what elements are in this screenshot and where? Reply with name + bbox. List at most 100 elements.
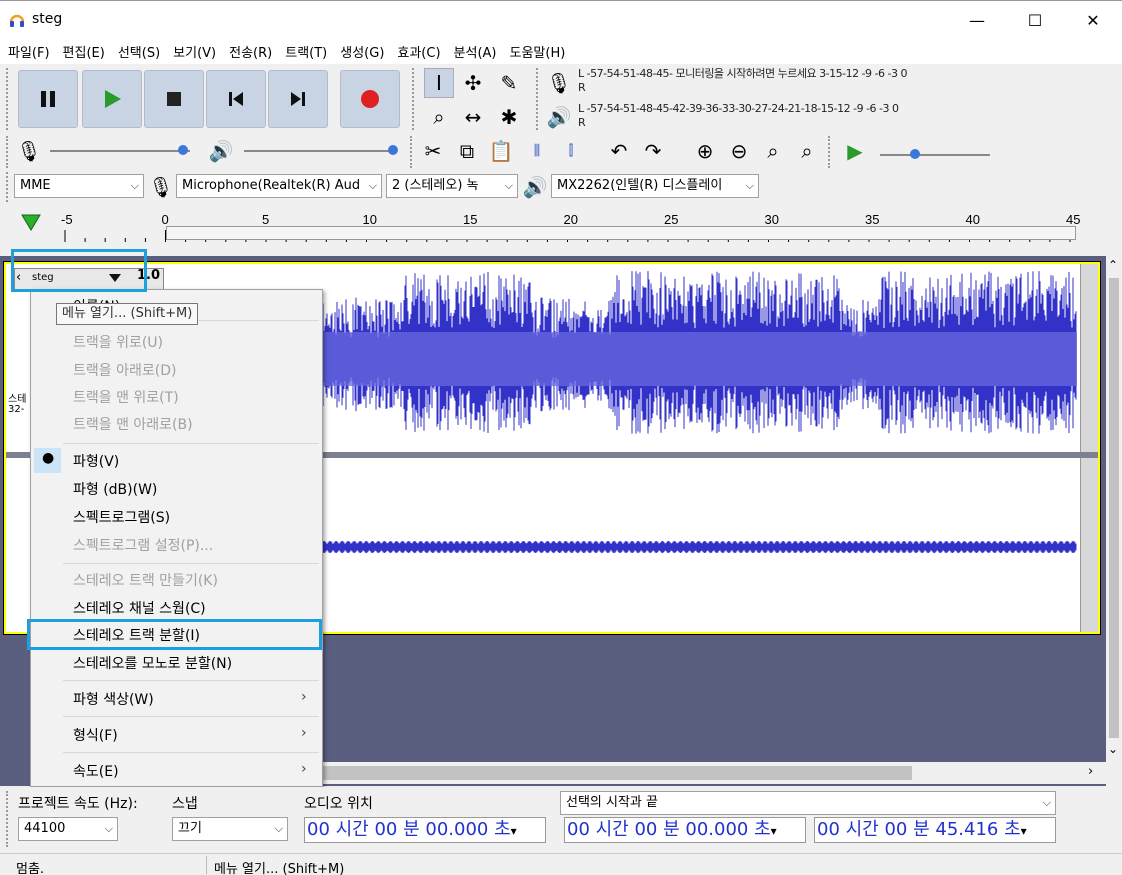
time-format-dropdown-icon[interactable]: ▾	[771, 824, 777, 838]
toolbar-grip[interactable]	[6, 68, 12, 130]
play-meter-button[interactable]: 🔊	[544, 102, 574, 132]
draw-tool[interactable]: ✎	[494, 68, 524, 98]
record-meter-button[interactable]: 🎙	[544, 68, 574, 98]
menu-edit[interactable]: 편집(E)	[59, 42, 114, 61]
menu-item-move-up[interactable]: 트랙을 위로(U)	[73, 332, 163, 352]
play-volume-thumb[interactable]	[388, 145, 398, 155]
selection-start-time[interactable]: 00 시간 00 분 00.000 초▾	[564, 817, 806, 843]
scroll-up-icon[interactable]: ⌃	[1108, 258, 1118, 272]
zoom-tool[interactable]: ⌕	[424, 102, 454, 132]
timeline-ruler[interactable]: -5 0 5 10 15 20 25 30 35 40 45	[0, 206, 1122, 244]
multi-tool[interactable]: ✱	[494, 102, 524, 132]
chevron-down-icon: ⌵	[274, 822, 283, 835]
asterisk-icon: ✱	[500, 105, 518, 129]
skip-end-button[interactable]	[268, 70, 328, 128]
mixer-grip[interactable]	[6, 136, 12, 168]
close-button[interactable]: ✕	[1064, 1, 1122, 39]
output-device-icon: 🔊	[522, 175, 548, 199]
record-meter[interactable]: L -57-54-51-48-45- 모니터링을 시작하려면 누르세요 3-15…	[578, 67, 1090, 95]
stop-button[interactable]	[144, 70, 204, 128]
silence-icon[interactable]: ⫿	[556, 136, 586, 166]
project-rate-select[interactable]: 44100 ⌵	[18, 817, 118, 841]
vertical-scrollbar[interactable]: ⌃ ⌄	[1106, 256, 1122, 762]
selection-tool[interactable]: I	[424, 68, 454, 98]
play-volume-slider[interactable]	[244, 150, 394, 152]
menu-item-spectrogram-settings[interactable]: 스펙트로그램 설정(P)...	[73, 535, 213, 555]
waveform-left-channel[interactable]	[321, 266, 1077, 452]
snap-select[interactable]: 끄기 ⌵	[172, 817, 288, 841]
menu-file[interactable]: 파일(F)	[4, 42, 59, 61]
status-state: 멈춤.	[16, 862, 45, 875]
menu-item-split-to-mono[interactable]: 스테레오를 모노로 분할(N)	[73, 653, 232, 673]
input-device-select[interactable]: Microphone(Realtek(R) Aud ⌵	[176, 174, 382, 198]
scroll-right-icon[interactable]: ›	[1088, 764, 1093, 779]
record-volume-thumb[interactable]	[178, 145, 188, 155]
record-button[interactable]	[340, 70, 400, 128]
horizontal-scrollbar[interactable]: ›	[322, 762, 1106, 784]
menu-item-move-down[interactable]: 트랙을 아래로(D)	[73, 360, 176, 380]
scroll-down-icon[interactable]: ⌄	[1108, 742, 1118, 756]
paste-icon[interactable]: 📋	[486, 136, 516, 166]
play-at-speed-icon[interactable]: ▶	[840, 136, 870, 166]
tools-grip[interactable]	[412, 68, 418, 130]
redo-icon[interactable]: ↷	[638, 136, 668, 166]
horizontal-scrollbar-thumb[interactable]	[322, 766, 912, 780]
menu-item-format[interactable]: 형식(F)	[73, 725, 118, 745]
menu-item-spectrogram[interactable]: 스펙트로그램(S)	[73, 507, 170, 527]
selection-mode-select[interactable]: 선택의 시작과 끝 ⌵	[560, 791, 1056, 815]
menu-item-move-bottom[interactable]: 트랙을 맨 아래로(B)	[73, 414, 193, 434]
time-format-dropdown-icon[interactable]: ▾	[1021, 824, 1027, 838]
cut-icon[interactable]: ✂	[418, 136, 448, 166]
menu-view[interactable]: 보기(V)	[169, 42, 225, 61]
envelope-tool[interactable]: ✣	[458, 68, 488, 98]
speed-thumb[interactable]	[910, 149, 920, 159]
chevron-down-icon: ⌵	[745, 179, 754, 192]
record-volume-slider[interactable]	[50, 150, 190, 152]
menu-item-swap-channels[interactable]: 스테레오 채널 스웝(C)	[73, 598, 206, 618]
playback-meter[interactable]: L -57-54-51-48-45-42-39-36-33-30-27-24-2…	[578, 102, 1090, 130]
menu-item-move-top[interactable]: 트랙을 맨 위로(T)	[73, 387, 179, 407]
maximize-button[interactable]: ☐	[1006, 1, 1064, 39]
fit-project-icon[interactable]: ⌕	[792, 136, 822, 166]
trim-icon[interactable]: ⫼	[522, 136, 552, 166]
play-at-speed-grip[interactable]	[828, 136, 834, 168]
menu-item-make-stereo[interactable]: 스테레오 트랙 만들기(K)	[73, 570, 218, 590]
device-grip[interactable]	[6, 172, 12, 202]
menu-item-rate[interactable]: 속도(E)	[73, 761, 119, 781]
minimize-button[interactable]: —	[948, 1, 1006, 39]
edit-grip[interactable]	[410, 136, 416, 168]
undo-icon[interactable]: ↶	[604, 136, 634, 166]
menu-item-waveform-db[interactable]: 파형 (dB)(W)	[73, 479, 157, 499]
pause-button[interactable]	[18, 70, 78, 128]
menu-item-wave-color[interactable]: 파형 색상(W)	[73, 689, 154, 709]
zoom-out-icon[interactable]: ⊖	[724, 136, 754, 166]
menu-effect[interactable]: 효과(C)	[393, 42, 449, 61]
menu-analyze[interactable]: 분석(A)	[450, 42, 506, 61]
time-format-dropdown-icon[interactable]: ▾	[511, 824, 517, 838]
selection-end-time[interactable]: 00 시간 00 분 45.416 초▾	[814, 817, 1056, 843]
menu-select[interactable]: 선택(S)	[114, 42, 169, 61]
vertical-scrollbar-thumb[interactable]	[1109, 278, 1119, 738]
timeshift-tool[interactable]: ↔	[458, 102, 488, 132]
menu-item-waveform[interactable]: 파형(V)	[73, 451, 119, 471]
host-select[interactable]: MME ⌵	[14, 174, 144, 198]
selection-mode-value: 선택의 시작과 끝	[566, 795, 658, 810]
speed-slider[interactable]	[880, 154, 990, 156]
menu-tracks[interactable]: 트랙(T)	[281, 42, 336, 61]
audio-position-time[interactable]: 00 시간 00 분 00.000 초▾	[304, 817, 546, 843]
zoom-in-icon[interactable]: ⊕	[690, 136, 720, 166]
waveform-right-channel[interactable]	[321, 460, 1077, 630]
fit-selection-icon[interactable]: ⌕	[758, 136, 788, 166]
selection-grip[interactable]	[6, 791, 12, 847]
menu-generate[interactable]: 생성(G)	[336, 42, 393, 61]
channels-select[interactable]: 2 (스테레오) 녹 ⌵	[386, 174, 518, 198]
menu-help[interactable]: 도움말(H)	[506, 42, 575, 61]
menu-transport[interactable]: 전송(R)	[225, 42, 281, 61]
output-device-select[interactable]: MX2262(인텔(R) 디스플레이 ⌵	[551, 174, 759, 198]
skip-start-button[interactable]	[206, 70, 266, 128]
meter-grip[interactable]	[536, 68, 542, 130]
play-button[interactable]	[82, 70, 142, 128]
ruler-selection-bar[interactable]	[166, 226, 1076, 240]
submenu-arrow-icon: ›	[301, 761, 307, 777]
copy-icon[interactable]: ⧉	[452, 136, 482, 166]
